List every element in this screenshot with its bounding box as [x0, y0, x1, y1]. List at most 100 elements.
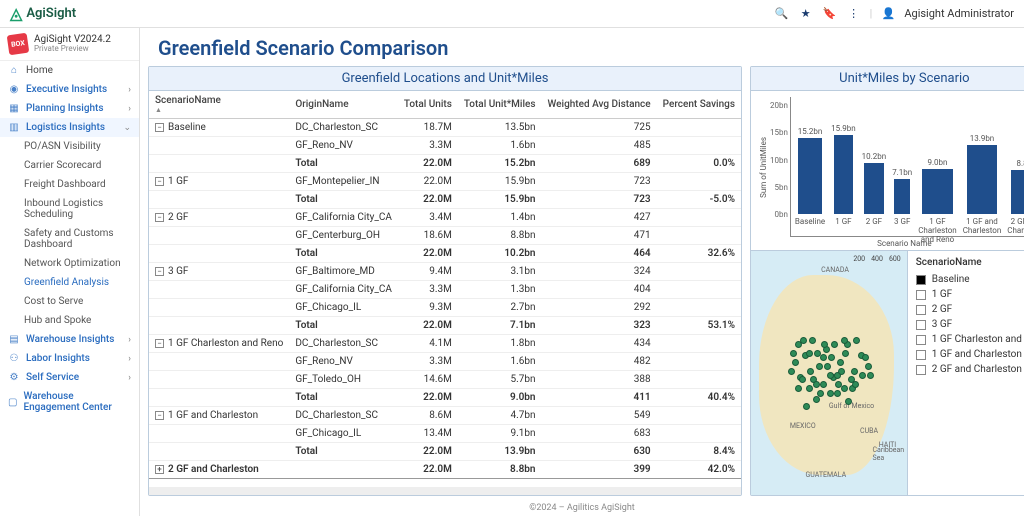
sort-icon: ▲ — [155, 106, 283, 114]
bar-col[interactable]: 8.8bn2 GF and Charleston — [1007, 159, 1024, 236]
panel-chart: Unit*Miles by Scenario Sum of UnitMiles … — [750, 66, 1024, 496]
bar-col[interactable]: 13.9bn1 GF and Charleston — [963, 134, 1002, 237]
user-icon[interactable]: 👤 — [880, 6, 896, 22]
brand-icon: ◬ — [10, 4, 22, 23]
chevron-right-icon: › — [128, 373, 131, 383]
people-icon: ⚇ — [8, 353, 20, 364]
table-row[interactable]: −1 GFGF_Montepelier_IN22.0M15.9bn723 — [149, 173, 741, 191]
calendar-icon: ▦ — [8, 103, 20, 114]
brand-logo: ◬ AgiSight — [10, 4, 76, 23]
bar-col[interactable]: 10.2bn2 GF — [862, 152, 887, 236]
table-row[interactable]: +2 GF and Charleston22.0M8.8bn39942.0% — [149, 461, 741, 479]
table-row[interactable]: −3 GFGF_Baltimore_MD9.4M3.1bn324 — [149, 263, 741, 281]
table-scroll[interactable]: ScenarioName▲ OriginName Total Units Tot… — [149, 91, 741, 487]
nav-freight[interactable]: Freight Dashboard — [0, 175, 139, 194]
nav-hub[interactable]: Hub and Spoke — [0, 311, 139, 330]
user-name[interactable]: Agisight Administrator — [904, 7, 1014, 20]
table-row[interactable]: −1 GF and CharlestonDC_Charleston_SC8.6M… — [149, 407, 741, 425]
nav-self[interactable]: ⚙Self Service› — [0, 368, 139, 387]
expand-icon[interactable]: − — [155, 339, 164, 348]
legend-item[interactable]: 2 GF — [916, 302, 1024, 317]
table-row[interactable]: −BaselineDC_Charleston_SC18.7M13.5bn725 — [149, 119, 741, 137]
nav-greenfield[interactable]: Greenfield Analysis — [0, 273, 139, 292]
table-row[interactable]: Total22.0M13.9bn6308.4% — [149, 443, 741, 461]
map-dots — [751, 251, 907, 495]
nav-carrier[interactable]: Carrier Scorecard — [0, 156, 139, 175]
bar-col[interactable]: 7.1bn3 GF — [892, 168, 912, 237]
nav-warehouse[interactable]: ▤Warehouse Insights› — [0, 330, 139, 349]
top-bar: ◬ AgiSight 🔍 ★ 🔖 ⋮ | 👤 Agisight Administ… — [0, 0, 1024, 28]
footer: ©2024 – Agilitics AgiSight — [140, 500, 1024, 516]
col-saving[interactable]: Percent Savings — [657, 91, 741, 119]
tool-icon: ⚙ — [8, 372, 20, 383]
bar-col[interactable]: 9.0bn1 GF Charleston and Reno — [918, 158, 957, 236]
legend-item[interactable]: 2 GF and Charleston — [916, 362, 1024, 377]
table-row[interactable]: GF_Chicago_IL9.3M2.7bn292 — [149, 299, 741, 317]
table-row[interactable]: GF_Reno_NV3.3M1.6bn485 — [149, 137, 741, 155]
table-row[interactable]: Total22.0M9.0bn41140.4% — [149, 389, 741, 407]
table-row[interactable]: −1 GF Charleston and RenoDC_Charleston_S… — [149, 335, 741, 353]
table-row[interactable]: Total22.0M7.1bn32353.1% — [149, 317, 741, 335]
nav-po[interactable]: PO/ASN Visibility — [0, 137, 139, 156]
col-origin[interactable]: OriginName — [289, 91, 398, 119]
top-right: 🔍 ★ 🔖 ⋮ | 👤 Agisight Administrator — [774, 6, 1014, 22]
legend-title: ScenarioName — [916, 257, 1024, 268]
col-scenario[interactable]: ScenarioName▲ — [149, 91, 289, 119]
nav-home[interactable]: ⌂Home — [0, 61, 139, 80]
col-unitmiles[interactable]: Total Unit*Miles — [458, 91, 542, 119]
bar-col[interactable]: 15.9bn1 GF — [831, 124, 856, 237]
expand-icon[interactable]: − — [155, 177, 164, 186]
nav-wec[interactable]: ▢Warehouse Engagement Center — [0, 387, 139, 417]
checkbox-icon — [916, 350, 926, 360]
nav-plan[interactable]: ▦Planning Insights› — [0, 99, 139, 118]
legend-item[interactable]: 1 GF — [916, 287, 1024, 302]
table-row[interactable]: GF_Centerburg_OH18.6M8.8bn471 — [149, 227, 741, 245]
nav-inbound[interactable]: Inbound Logistics Scheduling — [0, 194, 139, 224]
app-badge-icon: BOX — [7, 33, 30, 56]
table-row[interactable]: Total22.0M15.2bn6890.0% — [149, 155, 741, 173]
chevron-right-icon: › — [128, 335, 131, 345]
nav-netopt[interactable]: Network Optimization — [0, 254, 139, 273]
legend-item[interactable]: 3 GF — [916, 317, 1024, 332]
nav-exec[interactable]: ◉Executive Insights› — [0, 80, 139, 99]
search-icon[interactable]: 🔍 — [774, 6, 790, 22]
expand-icon[interactable]: − — [155, 123, 164, 132]
expand-icon[interactable]: + — [155, 465, 164, 474]
chevron-down-icon: ⌄ — [123, 123, 131, 133]
table-row[interactable]: Total22.0M15.9bn723-5.0% — [149, 191, 741, 209]
expand-icon[interactable]: − — [155, 213, 164, 222]
nav-labor[interactable]: ⚇Labor Insights› — [0, 349, 139, 368]
table-row[interactable]: −2 GFGF_California City_CA3.4M1.4bn427 — [149, 209, 741, 227]
bar-col[interactable]: 15.2bnBaseline — [795, 127, 825, 236]
truck-icon: ▥ — [8, 122, 20, 133]
map[interactable]: 200400600 CANADA MEXICO CUBA Gulf of Mex… — [751, 251, 908, 495]
legend-item[interactable]: Baseline — [916, 272, 1024, 287]
col-dist[interactable]: Weighted Avg Distance — [542, 91, 657, 119]
table-row[interactable]: GF_California City_CA3.3M1.3bn404 — [149, 281, 741, 299]
table-row[interactable]: GF_Chicago_IL13.4M9.1bn683 — [149, 425, 741, 443]
col-units[interactable]: Total Units — [398, 91, 458, 119]
title-bar: Greenfield Scenario Comparison — [140, 28, 1024, 66]
h-scrollbar[interactable] — [149, 487, 741, 495]
bookmark-icon[interactable]: 🔖 — [822, 6, 838, 22]
expand-icon[interactable]: − — [155, 267, 164, 276]
legend-item[interactable]: 1 GF Charleston and Reno — [916, 332, 1024, 347]
table-row[interactable]: GF_Toledo_OH14.6M5.7bn388 — [149, 371, 741, 389]
brand-text: AgiSight — [26, 6, 76, 21]
expand-icon[interactable]: − — [155, 411, 164, 420]
page-title: Greenfield Scenario Comparison — [158, 36, 1006, 60]
nav-logistics[interactable]: ▥Logistics Insights⌄ — [0, 118, 139, 137]
x-axis-label: Scenario Name — [759, 239, 1024, 248]
star-icon[interactable]: ★ — [798, 6, 814, 22]
sidebar: BOX AgiSight V2024.2Private Preview ⌂Hom… — [0, 28, 140, 516]
table-row[interactable]: Total22.0M10.2bn46432.6% — [149, 245, 741, 263]
legend-item[interactable]: 1 GF and Charleston — [916, 347, 1024, 362]
table-row[interactable]: GF_Reno_NV3.3M1.6bn482 — [149, 353, 741, 371]
checkbox-icon — [916, 275, 926, 285]
nav-safety[interactable]: Safety and Customs Dashboard — [0, 224, 139, 254]
nav-cost[interactable]: Cost to Serve — [0, 292, 139, 311]
legend: ScenarioName Baseline1 GF2 GF3 GF1 GF Ch… — [908, 251, 1024, 495]
locations-table: ScenarioName▲ OriginName Total Units Tot… — [149, 91, 741, 479]
checkbox-icon — [916, 320, 926, 330]
more-icon[interactable]: ⋮ — [846, 6, 862, 22]
